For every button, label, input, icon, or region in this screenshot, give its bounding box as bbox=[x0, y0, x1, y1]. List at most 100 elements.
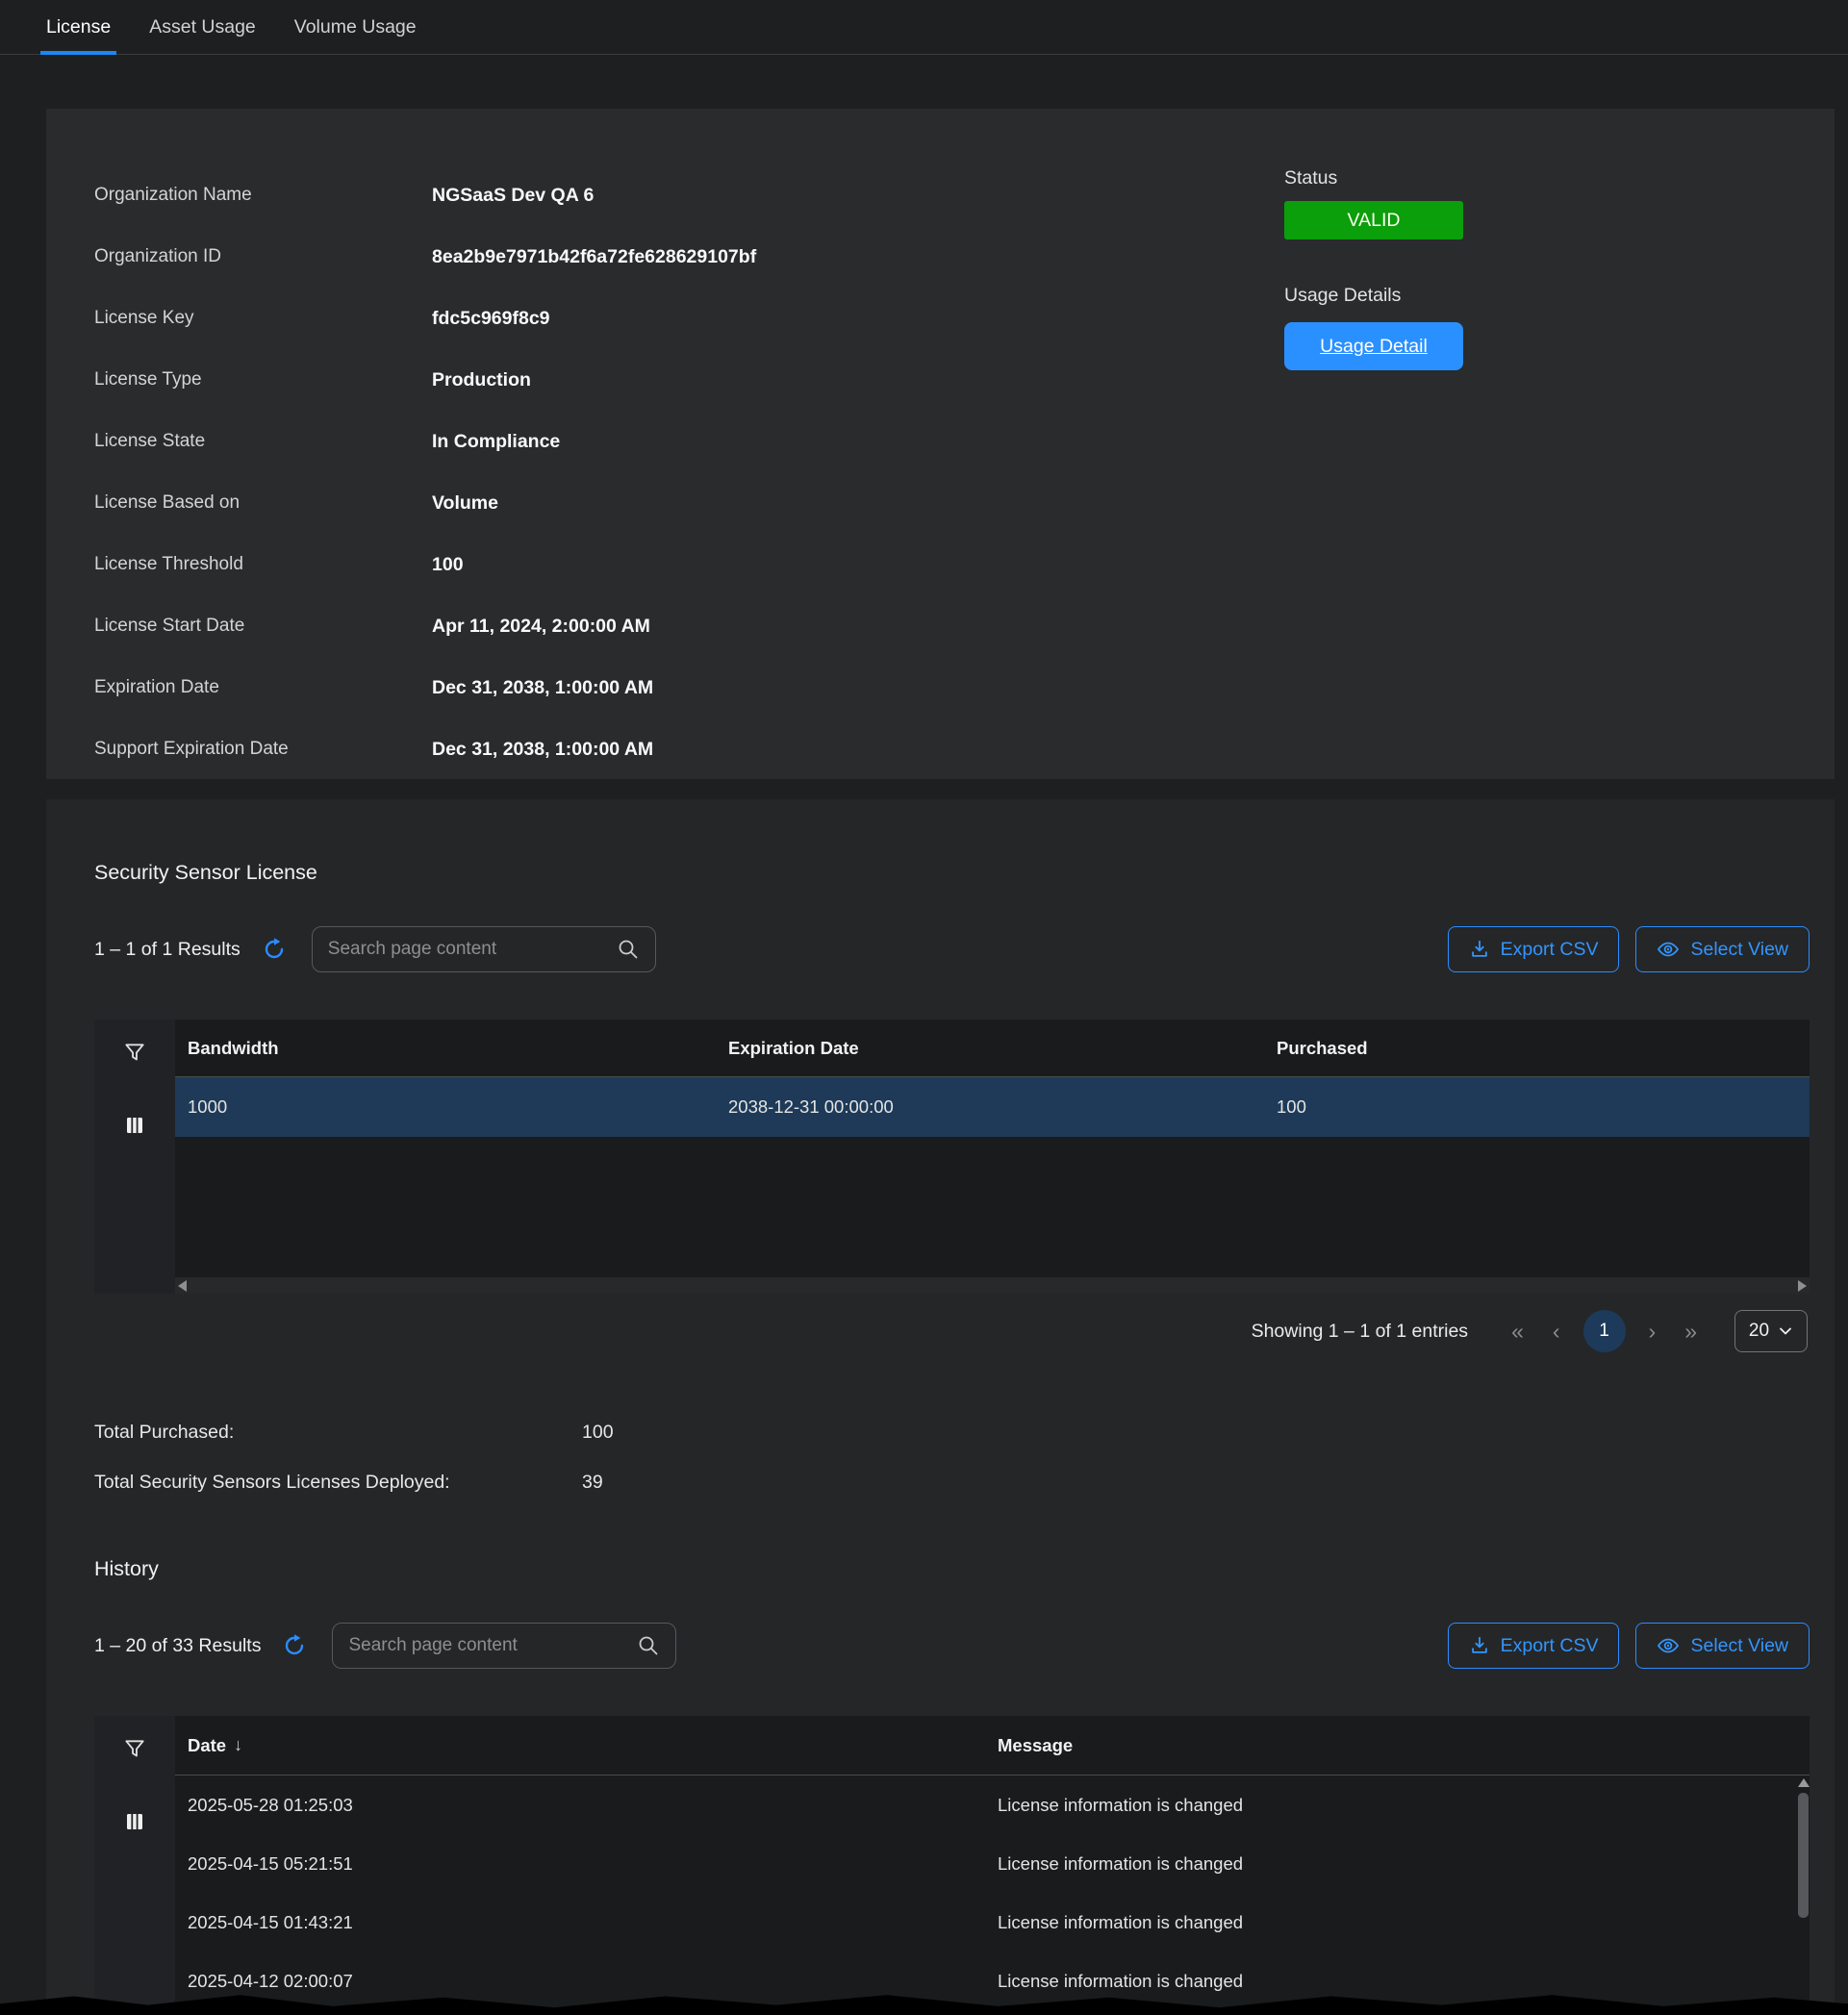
table-row[interactable]: 2025-05-28 01:25:03 License information … bbox=[175, 1776, 1810, 1834]
last-page-button[interactable]: » bbox=[1684, 1321, 1697, 1343]
scroll-left-icon[interactable] bbox=[178, 1280, 187, 1292]
history-select-view-button[interactable]: Select View bbox=[1635, 1623, 1810, 1669]
cell-date: 2025-04-12 02:00:07 bbox=[175, 1971, 998, 1992]
field-label: License Type bbox=[94, 369, 432, 390]
field-row: Support Expiration Date Dec 31, 2038, 1:… bbox=[94, 718, 1835, 780]
lower-panel: Security Sensor License 1 – 1 of 1 Resul… bbox=[46, 799, 1835, 2015]
tab-volume-usage[interactable]: Volume Usage bbox=[289, 0, 422, 54]
date-header-label: Date bbox=[188, 1735, 226, 1756]
eye-icon bbox=[1657, 938, 1680, 961]
field-row: License Threshold 100 bbox=[94, 534, 1835, 595]
refresh-icon[interactable] bbox=[262, 937, 287, 962]
column-header-bandwidth[interactable]: Bandwidth bbox=[175, 1038, 728, 1059]
chevron-down-icon bbox=[1778, 1323, 1793, 1339]
status-column: Status VALID Usage Details Usage Detail bbox=[1284, 164, 1463, 370]
field-row: License Key fdc5c969f8c9 bbox=[94, 288, 1835, 349]
sensor-export-csv-button[interactable]: Export CSV bbox=[1448, 926, 1620, 972]
cell-date: 2025-04-15 01:43:21 bbox=[175, 1912, 998, 1933]
cell-bandwidth: 1000 bbox=[175, 1096, 728, 1118]
scrollbar-thumb[interactable] bbox=[1798, 1793, 1809, 1918]
total-purchased-label: Total Purchased: bbox=[94, 1422, 582, 1444]
sensor-select-view-button[interactable]: Select View bbox=[1635, 926, 1810, 972]
prev-page-button[interactable]: ‹ bbox=[1553, 1321, 1560, 1343]
column-header-message[interactable]: Message bbox=[998, 1735, 1810, 1756]
field-label: Support Expiration Date bbox=[94, 739, 432, 760]
cell-message: License information is changed bbox=[998, 1853, 1810, 1875]
eye-icon bbox=[1657, 1634, 1680, 1657]
columns-icon[interactable] bbox=[123, 1114, 146, 1137]
column-header-purchased[interactable]: Purchased bbox=[1277, 1038, 1810, 1059]
history-search-input[interactable] bbox=[348, 1635, 637, 1656]
export-csv-label: Export CSV bbox=[1501, 1635, 1599, 1657]
history-table-main: Date ↓ Message 2025-05-28 01:25:03 Licen… bbox=[175, 1716, 1810, 2012]
export-csv-label: Export CSV bbox=[1501, 939, 1599, 961]
field-value: NGSaaS Dev QA 6 bbox=[432, 185, 594, 207]
cell-expiration-date: 2038-12-31 00:00:00 bbox=[728, 1096, 1277, 1118]
sort-descending-icon: ↓ bbox=[234, 1735, 242, 1755]
field-value: Dec 31, 2038, 1:00:00 AM bbox=[432, 677, 653, 699]
search-icon bbox=[637, 1634, 660, 1657]
field-label: Expiration Date bbox=[94, 677, 432, 698]
current-page-button[interactable]: 1 bbox=[1583, 1310, 1626, 1352]
total-purchased-row: Total Purchased: 100 bbox=[94, 1407, 1810, 1457]
next-page-button[interactable]: › bbox=[1649, 1321, 1657, 1343]
field-row: License Start Date Apr 11, 2024, 2:00:00… bbox=[94, 595, 1835, 657]
vertical-scrollbar[interactable] bbox=[1797, 1776, 1810, 2007]
first-page-button[interactable]: « bbox=[1511, 1321, 1524, 1343]
field-value: Dec 31, 2038, 1:00:00 AM bbox=[432, 739, 653, 761]
sensor-table-gutter bbox=[94, 1020, 175, 1294]
horizontal-scrollbar[interactable] bbox=[175, 1277, 1810, 1294]
download-icon bbox=[1469, 939, 1490, 960]
sensor-table-main: Bandwidth Expiration Date Purchased 1000… bbox=[175, 1020, 1810, 1294]
history-export-csv-button[interactable]: Export CSV bbox=[1448, 1623, 1620, 1669]
sensor-section-title: Security Sensor License bbox=[94, 861, 1810, 884]
search-icon bbox=[617, 938, 640, 961]
history-results-count: 1 – 20 of 33 Results bbox=[94, 1635, 261, 1657]
field-row: License Based on Volume bbox=[94, 472, 1835, 534]
filter-icon[interactable] bbox=[122, 1737, 147, 1762]
total-purchased-value: 100 bbox=[582, 1422, 614, 1444]
sensor-results-count: 1 – 1 of 1 Results bbox=[94, 939, 240, 961]
total-deployed-row: Total Security Sensors Licenses Deployed… bbox=[94, 1457, 1810, 1507]
field-row: License Type Production bbox=[94, 349, 1835, 411]
field-label: License Based on bbox=[94, 492, 432, 514]
sensor-search-box bbox=[312, 926, 656, 972]
history-table-gutter bbox=[94, 1716, 175, 2012]
field-label: License State bbox=[94, 431, 432, 452]
column-header-date[interactable]: Date ↓ bbox=[175, 1735, 998, 1756]
columns-icon[interactable] bbox=[123, 1810, 146, 1833]
table-row[interactable]: 2025-04-15 01:43:21 License information … bbox=[175, 1893, 1810, 1952]
filter-icon[interactable] bbox=[122, 1041, 147, 1066]
refresh-icon[interactable] bbox=[282, 1633, 307, 1658]
field-row: License State In Compliance bbox=[94, 411, 1835, 472]
table-row[interactable]: 1000 2038-12-31 00:00:00 100 bbox=[175, 1077, 1810, 1137]
field-label: License Key bbox=[94, 308, 432, 329]
select-view-label: Select View bbox=[1690, 939, 1788, 961]
tab-asset-usage[interactable]: Asset Usage bbox=[143, 0, 262, 54]
scroll-right-icon[interactable] bbox=[1798, 1280, 1807, 1292]
select-view-label: Select View bbox=[1690, 1635, 1788, 1657]
field-row: Organization Name NGSaaS Dev QA 6 bbox=[94, 164, 1835, 226]
field-value: 8ea2b9e7971b42f6a72fe628629107bf bbox=[432, 246, 756, 268]
table-row[interactable]: 2025-04-15 05:21:51 License information … bbox=[175, 1834, 1810, 1893]
usage-details-label: Usage Details bbox=[1284, 282, 1463, 309]
history-toolbar: 1 – 20 of 33 Results Export CSV bbox=[94, 1623, 1810, 1669]
download-icon bbox=[1469, 1635, 1490, 1656]
field-value: 100 bbox=[432, 554, 464, 576]
totals-block: Total Purchased: 100 Total Security Sens… bbox=[94, 1407, 1810, 1507]
total-deployed-label: Total Security Sensors Licenses Deployed… bbox=[94, 1472, 582, 1494]
sensor-toolbar: 1 – 1 of 1 Results Export CSV bbox=[94, 926, 1810, 972]
sensor-search-input[interactable] bbox=[328, 939, 617, 960]
field-value: Volume bbox=[432, 492, 498, 515]
scroll-up-icon[interactable] bbox=[1798, 1778, 1810, 1787]
tab-license[interactable]: License bbox=[40, 0, 116, 54]
page-size-value: 20 bbox=[1749, 1321, 1769, 1342]
usage-detail-button[interactable]: Usage Detail bbox=[1284, 322, 1463, 370]
page-size-select[interactable]: 20 bbox=[1734, 1310, 1808, 1352]
tab-bar: License Asset Usage Volume Usage bbox=[0, 0, 1848, 55]
license-info-panel: Organization Name NGSaaS Dev QA 6 Organi… bbox=[46, 109, 1835, 779]
field-label: License Threshold bbox=[94, 554, 432, 575]
field-row: Expiration Date Dec 31, 2038, 1:00:00 AM bbox=[94, 657, 1835, 718]
field-label: License Start Date bbox=[94, 616, 432, 637]
column-header-expiration-date[interactable]: Expiration Date bbox=[728, 1038, 1277, 1059]
